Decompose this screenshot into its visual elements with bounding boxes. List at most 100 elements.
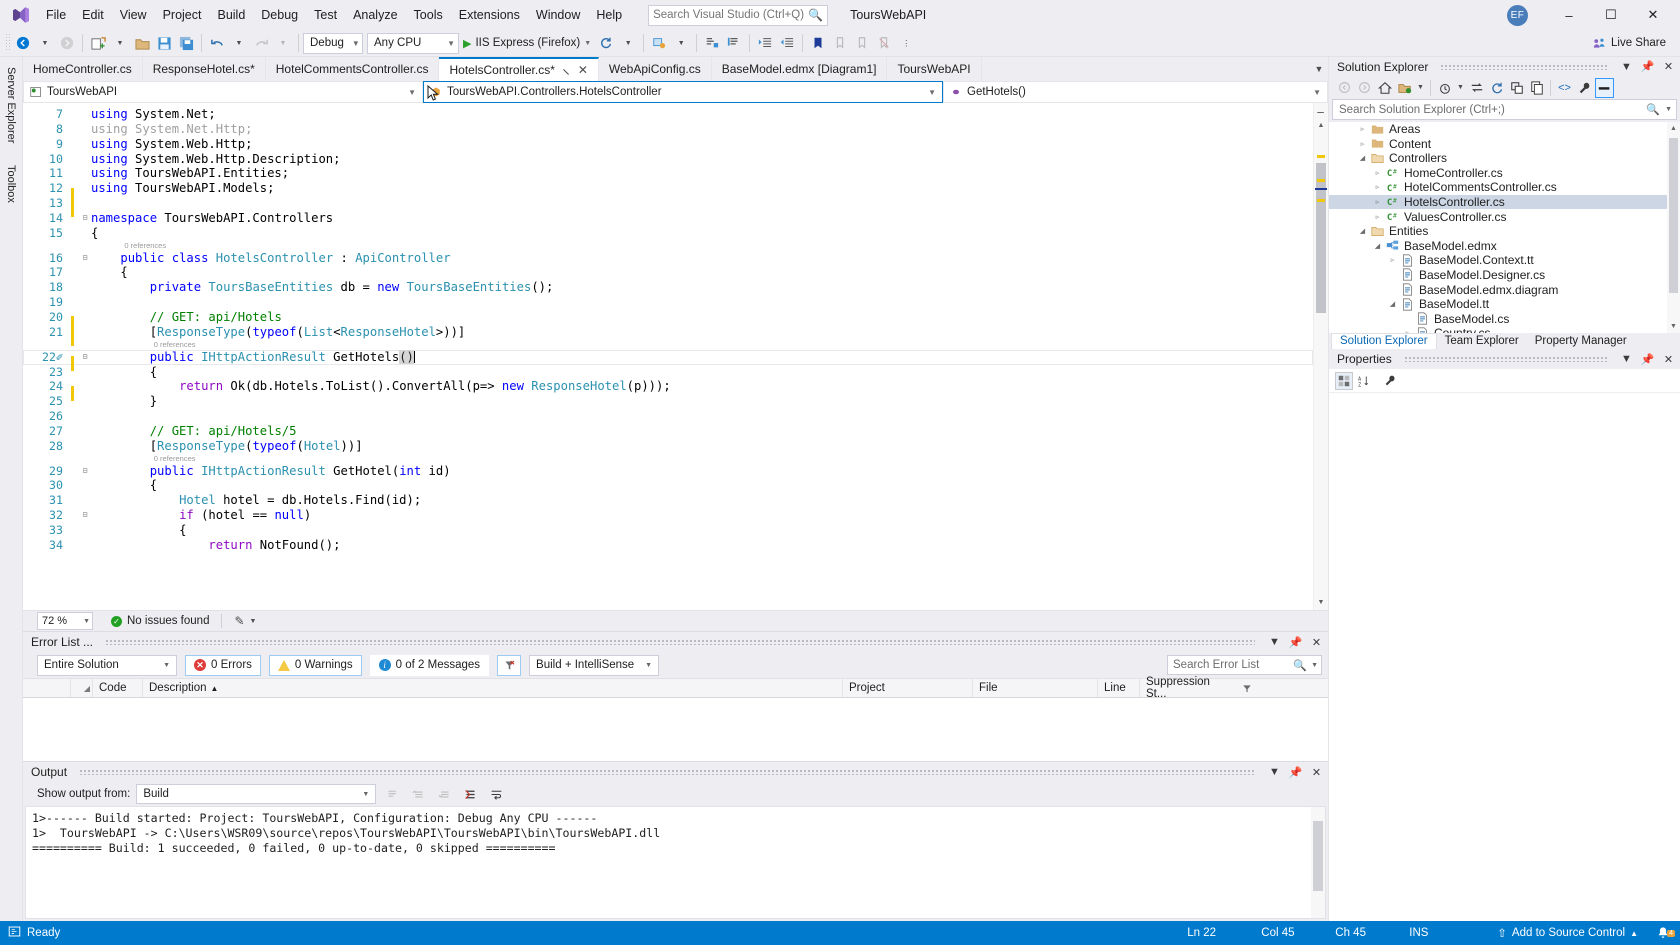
close-icon[interactable]: ✕ [1309, 766, 1324, 779]
code-line[interactable]: 24 return Ok(db.Hotels.ToList().ConvertA… [23, 379, 1313, 401]
code-line[interactable]: 14 ⊟ namespace ToursWebAPI.Controllers [23, 211, 1313, 226]
code-line[interactable]: 31 Hotel hotel = db.Hotels.Find(id); [23, 493, 1313, 508]
live-share-button[interactable]: Live Share [1583, 37, 1676, 50]
code-line[interactable]: 27 // GET: api/Hotels/5 [23, 424, 1313, 439]
clear-filter-icon[interactable] [497, 654, 522, 676]
output-vertical-scrollbar[interactable] [1311, 807, 1325, 918]
zoom-level-select[interactable]: 72 % ▼ [37, 612, 93, 631]
panel-drag-handle[interactable] [1403, 356, 1607, 362]
chevron-down-icon[interactable]: ▼ [1267, 636, 1282, 648]
column-options-icon[interactable] [1236, 679, 1258, 697]
minimize-button[interactable]: – [1548, 0, 1590, 30]
document-tab-webapi-config[interactable]: WebApiConfig.cs [598, 57, 712, 81]
navigate-forward-icon[interactable] [56, 32, 78, 54]
chevron-right-icon[interactable]: ▹ [1371, 169, 1384, 177]
solution-tree[interactable]: ▹ Areas ▹ Content ◢ Controllers ▹ C # HomeControl… [1329, 121, 1680, 333]
code-lines[interactable]: 7 using System.Net; 8 using System.Net.Http… [23, 103, 1313, 553]
tree-item-valuescontroller-cs[interactable]: ▹ C # ValuesController.cs [1329, 209, 1680, 224]
output-text[interactable]: 1>------ Build started: Project: ToursWe… [25, 806, 1326, 919]
chevron-down-icon[interactable]: ▼ [109, 32, 131, 54]
error-list-rows[interactable] [23, 698, 1328, 762]
open-file-icon[interactable] [131, 32, 153, 54]
menu-item-tools[interactable]: Tools [406, 4, 451, 26]
chevron-down-icon[interactable]: ▼ [1619, 353, 1634, 365]
scroll-up-icon[interactable]: ▲ [1667, 122, 1680, 135]
column-header-file[interactable]: File [973, 679, 1098, 698]
chevron-down-icon[interactable]: ◢ [1386, 300, 1399, 308]
column-header-line[interactable]: Line [1098, 679, 1140, 698]
pin-icon[interactable]: 📌 [1288, 766, 1303, 779]
start-debug-button[interactable]: ▶ IIS Express (Firefox) ▼ [459, 32, 595, 54]
save-all-icon[interactable] [175, 32, 197, 54]
code-line[interactable]: 25 } [23, 394, 1313, 409]
back-icon[interactable] [1335, 78, 1354, 98]
chevron-down-icon[interactable]: ◢ [1371, 242, 1384, 250]
chevron-right-icon[interactable]: ▹ [1356, 125, 1369, 133]
column-header-project[interactable]: Project [843, 679, 973, 698]
tree-item-basemodel-context-tt[interactable]: ▹ BaseModel.Context.tt [1329, 253, 1680, 268]
fold-toggle-icon[interactable]: ⊟ [79, 211, 91, 226]
code-line[interactable]: 34 return NotFound(); [23, 538, 1313, 553]
code-line[interactable]: 33 { [23, 523, 1313, 538]
column-header-indicator[interactable] [23, 679, 71, 698]
scroll-up-icon[interactable]: ▲ [1314, 118, 1328, 133]
fold-toggle-icon[interactable]: ⊟ [79, 251, 91, 266]
output-source-combo[interactable]: Build ▼ [136, 784, 377, 805]
home-icon[interactable] [1375, 78, 1394, 98]
toolbar-grip[interactable] [4, 34, 12, 52]
scroll-down-icon[interactable]: ▼ [1667, 320, 1680, 333]
error-source-combo[interactable]: Build + IntelliSense ▼ [529, 654, 660, 676]
close-icon[interactable]: ✕ [578, 63, 588, 77]
go-to-previous-message-icon[interactable] [408, 784, 428, 804]
attach-to-process-icon[interactable] [648, 32, 670, 54]
menu-item-extensions[interactable]: Extensions [451, 4, 528, 26]
document-tab-basemodel-edmx[interactable]: BaseModel.edmx [Diagram1] [711, 57, 888, 81]
tree-item-hotelcommentscontroller-cs[interactable]: ▹ C # HotelCommentsController.cs [1329, 180, 1680, 195]
code-line[interactable]: 12 using ToursWebAPI.Models; [23, 181, 1313, 203]
quick-launch-search[interactable]: 🔍 [648, 4, 829, 26]
chevron-down-icon[interactable]: ▼ [1415, 78, 1426, 98]
fold-toggle-icon[interactable]: ⊟ [79, 350, 91, 365]
menu-item-build[interactable]: Build [209, 4, 253, 26]
code-line[interactable]: 18 private ToursBaseEntities db = new To… [23, 280, 1313, 295]
tree-item-controllers[interactable]: ◢ Controllers [1329, 151, 1680, 166]
close-icon[interactable]: ✕ [1309, 636, 1324, 649]
alphabetical-icon[interactable]: AZ [1355, 372, 1373, 390]
errors-filter-button[interactable]: ✕ 0 Errors [185, 654, 261, 676]
menu-item-edit[interactable]: Edit [74, 4, 112, 26]
comment-selection-icon[interactable] [701, 32, 723, 54]
toggle-word-wrap-icon[interactable] [486, 784, 506, 804]
tree-item-basemodel-edmx[interactable]: ◢ BaseModel.edmx [1329, 238, 1680, 253]
chevron-down-icon[interactable]: ◢ [1356, 227, 1369, 235]
column-header-code[interactable]: Code [93, 679, 143, 698]
panel-drag-handle[interactable] [105, 639, 1255, 646]
tab-property-manager[interactable]: Property Manager [1527, 334, 1635, 349]
pending-changes-filter-icon[interactable] [1435, 78, 1454, 98]
bookmark-icon[interactable] [807, 32, 829, 54]
previous-bookmark-icon[interactable] [829, 32, 851, 54]
navigate-back-icon[interactable] [12, 32, 34, 54]
column-header-suppression[interactable]: Suppression St... [1140, 676, 1236, 700]
scrollbar-thumb[interactable] [1316, 163, 1326, 313]
search-input[interactable] [653, 9, 809, 21]
code-line[interactable]: 8 using System.Net.Http; [23, 122, 1313, 137]
pin-icon[interactable]: 📌 [1640, 353, 1655, 366]
navbar-project-combo[interactable]: ToursWebAPI ▼ [23, 81, 423, 103]
navbar-member-combo[interactable]: GetHotels() ▼ [943, 81, 1328, 103]
go-to-next-message-icon[interactable] [434, 784, 454, 804]
editor-vertical-scrollbar[interactable]: ⚊ ▲ ▼ [1313, 103, 1328, 611]
fold-toggle-icon[interactable]: ⊟ [79, 464, 91, 479]
chevron-down-icon[interactable]: ▼ [617, 32, 639, 54]
close-button[interactable]: ✕ [1632, 0, 1674, 30]
add-to-source-control-button[interactable]: ⇧ Add to Source Control ▲ [1489, 926, 1646, 940]
save-icon[interactable] [153, 32, 175, 54]
code-line[interactable]: 11 using ToursWebAPI.Entities; [23, 166, 1313, 181]
panel-drag-handle[interactable] [79, 769, 1255, 776]
chevron-down-icon[interactable]: ▼ [670, 32, 692, 54]
categorized-icon[interactable] [1335, 371, 1353, 390]
increase-indent-icon[interactable] [754, 32, 776, 54]
code-cleanup-icon[interactable]: ✎ [234, 614, 244, 628]
chevron-down-icon[interactable]: ◢ [1356, 154, 1369, 162]
code-editor[interactable]: 7 using System.Net; 8 using System.Net.Http… [23, 103, 1313, 611]
decrease-indent-icon[interactable] [776, 32, 798, 54]
